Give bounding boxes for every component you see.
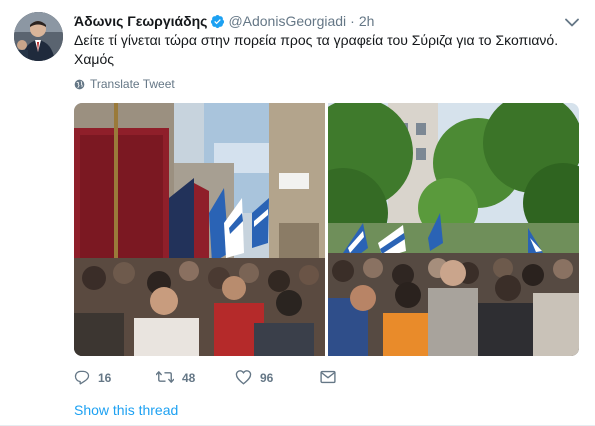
tweet-actions: 16 48 96 — [74, 368, 350, 388]
envelope-icon — [320, 370, 336, 387]
reply-button[interactable]: 16 — [74, 369, 156, 388]
tweet-card[interactable]: Άδωνις Γεωργιάδης @AdonisGeorgiadi · 2h … — [0, 0, 595, 426]
tweet-timestamp[interactable]: 2h — [359, 13, 375, 29]
author-handle[interactable]: @AdonisGeorgiadi — [228, 13, 346, 29]
retweet-count: 48 — [182, 371, 196, 385]
tweet-media-grid — [74, 103, 579, 356]
retweet-icon — [155, 369, 175, 388]
author-display-name[interactable]: Άδωνις Γεωργιάδης — [74, 13, 207, 29]
like-count: 96 — [260, 371, 274, 385]
like-button[interactable]: 96 — [235, 369, 320, 388]
author-avatar[interactable] — [14, 12, 63, 61]
header-separator: · — [350, 13, 355, 29]
verified-badge-icon — [210, 14, 225, 29]
heart-icon — [235, 369, 252, 388]
translate-tweet-link[interactable]: Translate Tweet — [74, 77, 175, 91]
tweet-text: Δείτε τί γίνεται τώρα στην πορεία προς τ… — [74, 32, 559, 67]
globe-icon — [74, 79, 85, 90]
tweet-photo-1[interactable] — [74, 103, 325, 356]
photo-march-trees — [328, 103, 579, 356]
photo-march-banners — [74, 103, 325, 356]
tweet-header: Άδωνις Γεωργιάδης @AdonisGeorgiadi · 2h — [74, 12, 374, 30]
retweet-button[interactable]: 48 — [155, 369, 235, 388]
reply-icon — [74, 369, 90, 388]
direct-message-button[interactable] — [320, 370, 350, 387]
show-thread-link[interactable]: Show this thread — [74, 402, 178, 418]
reply-count: 16 — [98, 371, 112, 385]
translate-tweet-label: Translate Tweet — [90, 77, 175, 91]
avatar-image — [14, 12, 63, 61]
tweet-photo-2[interactable] — [328, 103, 579, 356]
chevron-down-icon[interactable] — [565, 14, 579, 32]
